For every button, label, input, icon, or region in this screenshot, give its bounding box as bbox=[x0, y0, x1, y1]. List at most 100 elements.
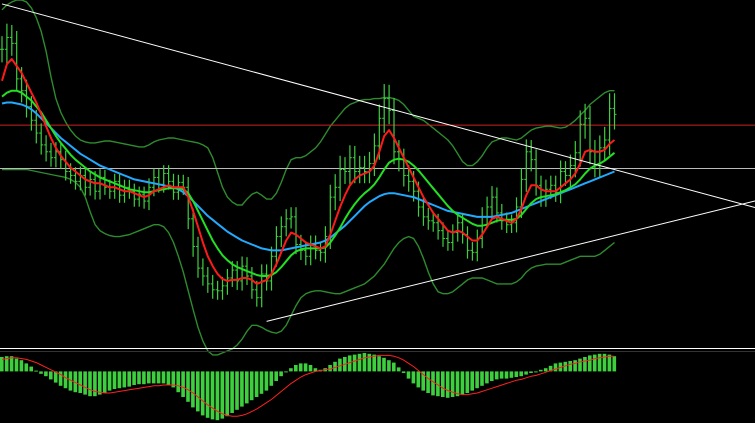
oscillator-bar bbox=[39, 371, 43, 374]
oscillator-bar bbox=[583, 357, 587, 372]
oscillator-bar bbox=[254, 371, 259, 397]
oscillator-bar bbox=[259, 371, 264, 394]
oscillator-bar bbox=[122, 371, 127, 388]
oscillator-bar bbox=[88, 371, 92, 397]
oscillator-bar bbox=[93, 371, 97, 397]
oscillator-bar bbox=[102, 371, 107, 393]
oscillator-bar bbox=[573, 360, 577, 372]
oscillator-bar bbox=[117, 371, 122, 389]
oscillator-bar bbox=[534, 371, 538, 373]
oscillator-bar bbox=[279, 371, 283, 377]
oscillator-bar bbox=[553, 363, 558, 372]
oscillator-bar bbox=[396, 367, 401, 372]
oscillator-bar bbox=[49, 371, 53, 380]
oscillator-bar bbox=[220, 371, 225, 419]
oscillator-bar bbox=[524, 371, 528, 375]
oscillator-bar bbox=[543, 368, 548, 372]
oscillator-bar bbox=[303, 363, 308, 372]
oscillator-bar bbox=[19, 360, 24, 372]
oscillator-bar bbox=[63, 371, 68, 389]
oscillator-bar bbox=[382, 357, 386, 372]
oscillator-bar bbox=[249, 371, 254, 401]
oscillator-bar bbox=[196, 371, 200, 412]
oscillator-bar bbox=[156, 371, 161, 384]
oscillator-bar bbox=[460, 371, 465, 395]
oscillator-bar bbox=[147, 371, 151, 384]
oscillator-bar bbox=[539, 369, 543, 372]
oscillator-bar bbox=[215, 371, 220, 421]
chart-svg bbox=[0, 0, 755, 423]
oscillator-bar bbox=[592, 354, 597, 372]
oscillator-bar bbox=[588, 355, 592, 372]
oscillator-bar bbox=[44, 371, 48, 377]
oscillator-bar bbox=[294, 365, 298, 372]
oscillator-bar bbox=[352, 354, 357, 372]
oscillator-bar bbox=[568, 361, 572, 372]
oscillator-bar bbox=[200, 371, 205, 416]
oscillator-bar bbox=[78, 371, 82, 393]
oscillator-bar bbox=[274, 371, 278, 381]
oscillator-bar bbox=[98, 371, 102, 395]
oscillator-bar bbox=[597, 353, 602, 372]
oscillator-bar bbox=[578, 358, 582, 372]
oscillator-bar bbox=[441, 371, 445, 397]
oscillator-bar bbox=[245, 371, 249, 404]
oscillator-bar bbox=[529, 371, 533, 373]
oscillator-bar bbox=[14, 358, 19, 372]
oscillator-bar bbox=[416, 371, 421, 388]
oscillator-bar bbox=[161, 371, 166, 384]
oscillator-bar bbox=[480, 371, 484, 386]
oscillator-bar bbox=[406, 371, 411, 379]
oscillator-bar bbox=[127, 371, 131, 387]
oscillator-bar bbox=[186, 371, 190, 402]
oscillator-bar bbox=[377, 356, 381, 372]
oscillator-bar bbox=[181, 371, 185, 397]
oscillator-bar bbox=[137, 371, 141, 385]
oscillator-bar bbox=[284, 371, 288, 373]
oscillator-bar bbox=[612, 356, 617, 372]
oscillator-bar bbox=[475, 371, 479, 389]
oscillator-bar bbox=[392, 362, 396, 372]
oscillator-bar bbox=[499, 371, 504, 379]
oscillator-bar bbox=[29, 366, 33, 372]
oscillator-bar bbox=[151, 371, 156, 384]
oscillator-bar bbox=[264, 371, 269, 391]
oscillator-bar bbox=[308, 365, 313, 372]
oscillator-bar bbox=[431, 371, 435, 396]
oscillator-bar bbox=[504, 371, 509, 379]
oscillator-bar bbox=[494, 371, 499, 380]
oscillator-bar bbox=[465, 371, 470, 393]
oscillator-bar bbox=[485, 371, 489, 384]
oscillator-bar bbox=[240, 371, 244, 407]
oscillator-bar bbox=[362, 353, 367, 372]
oscillator-bar bbox=[34, 370, 38, 372]
oscillator-bar bbox=[490, 371, 494, 381]
oscillator-bar bbox=[24, 363, 29, 372]
oscillator-bar bbox=[514, 371, 519, 377]
oscillator-bar bbox=[450, 371, 455, 397]
oscillator-bar bbox=[298, 363, 303, 372]
oscillator-bar bbox=[132, 371, 136, 385]
oscillator-bar bbox=[607, 354, 612, 372]
oscillator-bar bbox=[387, 360, 391, 372]
oscillator-bar bbox=[107, 371, 112, 391]
oscillator-bar bbox=[112, 371, 117, 389]
oscillator-bar bbox=[509, 371, 514, 378]
oscillator-bar bbox=[230, 371, 234, 413]
chart-root bbox=[0, 0, 755, 423]
oscillator-bar bbox=[176, 371, 180, 393]
oscillator-bar bbox=[426, 371, 430, 393]
oscillator-bar bbox=[83, 371, 87, 395]
oscillator-bar bbox=[269, 371, 274, 386]
oscillator-bar bbox=[289, 368, 293, 372]
oscillator-bar bbox=[519, 371, 523, 377]
oscillator-bar bbox=[191, 371, 195, 408]
oscillator-bar bbox=[235, 371, 239, 410]
oscillator-bar bbox=[411, 371, 416, 384]
oscillator-bar bbox=[166, 371, 171, 385]
oscillator-bar bbox=[372, 354, 376, 372]
oscillator-bar bbox=[357, 353, 362, 372]
oscillator-bar bbox=[210, 371, 215, 420]
oscillator-bar bbox=[445, 371, 450, 398]
oscillator-bar bbox=[455, 371, 460, 397]
